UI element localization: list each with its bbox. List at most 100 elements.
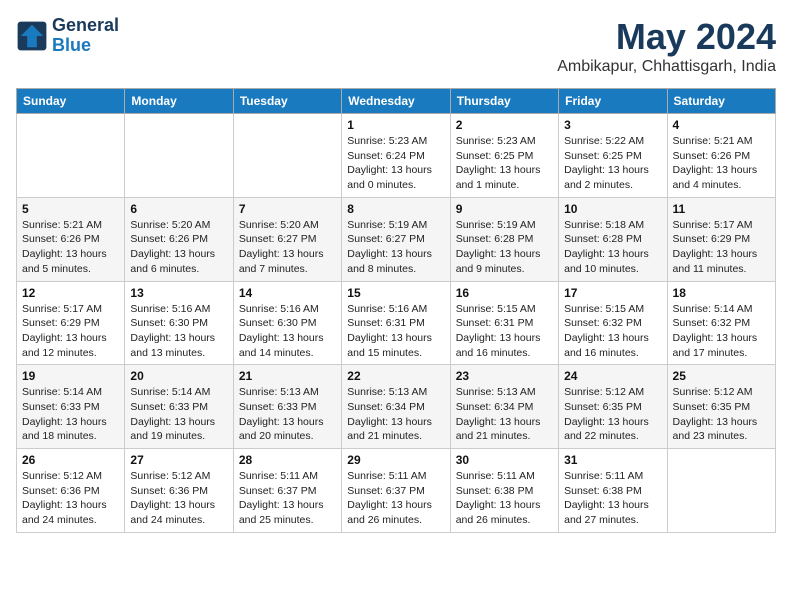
day-info: Sunrise: 5:15 AMSunset: 6:32 PMDaylight:…	[564, 302, 661, 361]
calendar-cell: 9 Sunrise: 5:19 AMSunset: 6:28 PMDaylight…	[450, 197, 558, 281]
day-number: 21	[239, 369, 336, 383]
calendar-cell	[125, 114, 233, 198]
day-number: 26	[22, 453, 119, 467]
calendar-cell: 4 Sunrise: 5:21 AMSunset: 6:26 PMDaylight…	[667, 114, 775, 198]
day-info: Sunrise: 5:14 AMSunset: 6:33 PMDaylight:…	[22, 385, 119, 444]
day-number: 27	[130, 453, 227, 467]
calendar-cell: 12Sunrise: 5:17 AMSunset: 6:29 PMDayligh…	[17, 281, 125, 365]
day-number: 31	[564, 453, 661, 467]
calendar-week-2: 5 Sunrise: 5:21 AMSunset: 6:26 PMDaylight…	[17, 197, 776, 281]
day-info: Sunrise: 5:11 AMSunset: 6:38 PMDaylight:…	[564, 469, 661, 528]
day-number: 16	[456, 286, 553, 300]
weekday-header-sunday: Sunday	[17, 89, 125, 114]
calendar-cell: 23 Sunrise: 5:13 AMSunset: 6:34 PMDayligh…	[450, 365, 558, 449]
calendar-cell: 1 Sunrise: 5:23 AMSunset: 6:24 PMDaylight…	[342, 114, 450, 198]
calendar-cell: 27 Sunrise: 5:12 AMSunset: 6:36 PMDayligh…	[125, 449, 233, 533]
calendar-cell: 26 Sunrise: 5:12 AMSunset: 6:36 PMDayligh…	[17, 449, 125, 533]
weekday-header-friday: Friday	[559, 89, 667, 114]
day-info: Sunrise: 5:16 AMSunset: 6:31 PMDaylight:…	[347, 302, 444, 361]
logo-text: General Blue	[52, 16, 119, 56]
weekday-header-saturday: Saturday	[667, 89, 775, 114]
day-info: Sunrise: 5:23 AMSunset: 6:24 PMDaylight:…	[347, 134, 444, 193]
title-block: May 2024 Ambikapur, Chhattisgarh, India	[557, 16, 776, 76]
day-number: 25	[673, 369, 770, 383]
calendar-week-4: 19 Sunrise: 5:14 AMSunset: 6:33 PMDayligh…	[17, 365, 776, 449]
weekday-header-wednesday: Wednesday	[342, 89, 450, 114]
day-number: 9	[456, 202, 553, 216]
day-number: 10	[564, 202, 661, 216]
day-number: 14	[239, 286, 336, 300]
weekday-header-thursday: Thursday	[450, 89, 558, 114]
logo: General Blue	[16, 16, 119, 56]
calendar-cell	[17, 114, 125, 198]
calendar-cell: 15 Sunrise: 5:16 AMSunset: 6:31 PMDayligh…	[342, 281, 450, 365]
calendar-cell	[233, 114, 341, 198]
calendar-cell: 28 Sunrise: 5:11 AMSunset: 6:37 PMDayligh…	[233, 449, 341, 533]
calendar-cell: 10 Sunrise: 5:18 AMSunset: 6:28 PMDayligh…	[559, 197, 667, 281]
calendar-cell: 30 Sunrise: 5:11 AMSunset: 6:38 PMDayligh…	[450, 449, 558, 533]
day-info: Sunrise: 5:21 AMSunset: 6:26 PMDaylight:…	[22, 218, 119, 277]
calendar-cell: 31 Sunrise: 5:11 AMSunset: 6:38 PMDayligh…	[559, 449, 667, 533]
day-number: 18	[673, 286, 770, 300]
day-info: Sunrise: 5:17 AMSunset: 6:29 PMDaylight:…	[22, 302, 119, 361]
day-info: Sunrise: 5:11 AMSunset: 6:38 PMDaylight:…	[456, 469, 553, 528]
day-number: 22	[347, 369, 444, 383]
day-info: Sunrise: 5:14 AMSunset: 6:33 PMDaylight:…	[130, 385, 227, 444]
day-info: Sunrise: 5:12 AMSunset: 6:35 PMDaylight:…	[564, 385, 661, 444]
day-number: 23	[456, 369, 553, 383]
weekday-header-tuesday: Tuesday	[233, 89, 341, 114]
day-number: 1	[347, 118, 444, 132]
day-info: Sunrise: 5:13 AMSunset: 6:34 PMDaylight:…	[347, 385, 444, 444]
day-number: 24	[564, 369, 661, 383]
day-number: 29	[347, 453, 444, 467]
day-number: 19	[22, 369, 119, 383]
calendar-week-1: 1 Sunrise: 5:23 AMSunset: 6:24 PMDaylight…	[17, 114, 776, 198]
weekday-header-monday: Monday	[125, 89, 233, 114]
day-number: 30	[456, 453, 553, 467]
calendar-cell: 5 Sunrise: 5:21 AMSunset: 6:26 PMDaylight…	[17, 197, 125, 281]
day-number: 20	[130, 369, 227, 383]
calendar-cell: 13 Sunrise: 5:16 AMSunset: 6:30 PMDayligh…	[125, 281, 233, 365]
day-info: Sunrise: 5:22 AMSunset: 6:25 PMDaylight:…	[564, 134, 661, 193]
day-info: Sunrise: 5:20 AMSunset: 6:27 PMDaylight:…	[239, 218, 336, 277]
day-info: Sunrise: 5:12 AMSunset: 6:36 PMDaylight:…	[130, 469, 227, 528]
day-number: 8	[347, 202, 444, 216]
calendar-cell: 8Sunrise: 5:19 AMSunset: 6:27 PMDaylight…	[342, 197, 450, 281]
calendar-cell: 14Sunrise: 5:16 AMSunset: 6:30 PMDayligh…	[233, 281, 341, 365]
day-number: 15	[347, 286, 444, 300]
day-info: Sunrise: 5:15 AMSunset: 6:31 PMDaylight:…	[456, 302, 553, 361]
calendar-cell: 21 Sunrise: 5:13 AMSunset: 6:33 PMDayligh…	[233, 365, 341, 449]
calendar-week-3: 12Sunrise: 5:17 AMSunset: 6:29 PMDayligh…	[17, 281, 776, 365]
calendar-cell	[667, 449, 775, 533]
day-info: Sunrise: 5:16 AMSunset: 6:30 PMDaylight:…	[130, 302, 227, 361]
calendar-cell: 17Sunrise: 5:15 AMSunset: 6:32 PMDayligh…	[559, 281, 667, 365]
day-info: Sunrise: 5:11 AMSunset: 6:37 PMDaylight:…	[347, 469, 444, 528]
day-info: Sunrise: 5:13 AMSunset: 6:34 PMDaylight:…	[456, 385, 553, 444]
day-info: Sunrise: 5:11 AMSunset: 6:37 PMDaylight:…	[239, 469, 336, 528]
day-info: Sunrise: 5:20 AMSunset: 6:26 PMDaylight:…	[130, 218, 227, 277]
day-info: Sunrise: 5:12 AMSunset: 6:36 PMDaylight:…	[22, 469, 119, 528]
calendar-week-5: 26 Sunrise: 5:12 AMSunset: 6:36 PMDayligh…	[17, 449, 776, 533]
location-title: Ambikapur, Chhattisgarh, India	[557, 58, 776, 76]
calendar-cell: 16 Sunrise: 5:15 AMSunset: 6:31 PMDayligh…	[450, 281, 558, 365]
day-info: Sunrise: 5:18 AMSunset: 6:28 PMDaylight:…	[564, 218, 661, 277]
day-info: Sunrise: 5:19 AMSunset: 6:28 PMDaylight:…	[456, 218, 553, 277]
calendar-table: SundayMondayTuesdayWednesdayThursdayFrid…	[16, 88, 776, 533]
day-number: 13	[130, 286, 227, 300]
calendar-cell: 24 Sunrise: 5:12 AMSunset: 6:35 PMDayligh…	[559, 365, 667, 449]
calendar-cell: 18Sunrise: 5:14 AMSunset: 6:32 PMDayligh…	[667, 281, 775, 365]
weekday-header-row: SundayMondayTuesdayWednesdayThursdayFrid…	[17, 89, 776, 114]
calendar-cell: 3Sunrise: 5:22 AMSunset: 6:25 PMDaylight…	[559, 114, 667, 198]
calendar-cell: 29 Sunrise: 5:11 AMSunset: 6:37 PMDayligh…	[342, 449, 450, 533]
logo-icon	[16, 20, 48, 52]
day-info: Sunrise: 5:13 AMSunset: 6:33 PMDaylight:…	[239, 385, 336, 444]
day-number: 5	[22, 202, 119, 216]
day-number: 4	[673, 118, 770, 132]
calendar-cell: 22 Sunrise: 5:13 AMSunset: 6:34 PMDayligh…	[342, 365, 450, 449]
day-number: 28	[239, 453, 336, 467]
day-info: Sunrise: 5:12 AMSunset: 6:35 PMDaylight:…	[673, 385, 770, 444]
month-title: May 2024	[557, 16, 776, 58]
day-number: 11	[673, 202, 770, 216]
day-info: Sunrise: 5:21 AMSunset: 6:26 PMDaylight:…	[673, 134, 770, 193]
calendar-cell: 11Sunrise: 5:17 AMSunset: 6:29 PMDayligh…	[667, 197, 775, 281]
